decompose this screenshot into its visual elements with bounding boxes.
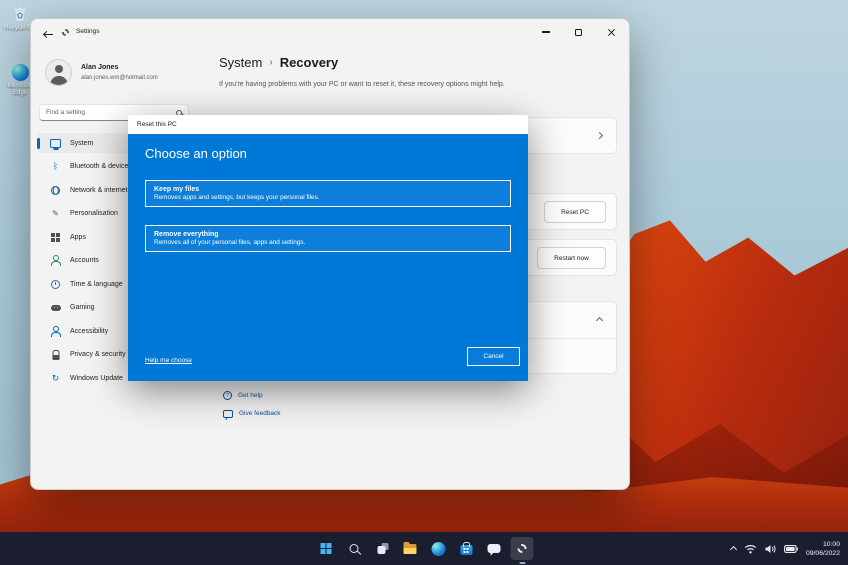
file-explorer-button[interactable] xyxy=(399,537,422,560)
dialog-body: Choose an option Keep my files Removes a… xyxy=(128,134,528,381)
maximize-button[interactable] xyxy=(562,19,595,45)
system-tray: 10:00 09/06/2022 xyxy=(731,532,840,565)
profile-email: alan.jones.wm@hotmail.com xyxy=(81,75,158,81)
settings-app-button-active[interactable] xyxy=(511,537,534,560)
edge-button[interactable] xyxy=(427,537,450,560)
reset-pc-button[interactable]: Reset PC xyxy=(544,201,606,223)
globe-icon xyxy=(50,185,61,196)
dialog-title: Reset this PC xyxy=(137,121,177,128)
help-circle-icon xyxy=(223,391,232,400)
taskbar-search-button[interactable] xyxy=(343,537,366,560)
clock-time: 10:00 xyxy=(823,540,840,549)
settings-app-icon xyxy=(62,29,69,36)
gear-icon xyxy=(518,544,527,553)
option-description: Removes apps and settings, but keeps you… xyxy=(154,194,502,203)
taskbar-pinned-icons xyxy=(315,532,534,565)
maximize-icon xyxy=(575,29,582,36)
remove-everything-option[interactable]: Remove everything Removes all of your pe… xyxy=(145,225,511,252)
sidebar-item-label: Gaming xyxy=(70,304,95,311)
bluetooth-icon: ᛒ xyxy=(50,161,61,172)
edge-icon xyxy=(12,64,29,81)
breadcrumb-parent[interactable]: System xyxy=(219,55,262,70)
store-button[interactable] xyxy=(455,537,478,560)
reset-pc-dialog: Reset this PC Choose an option Keep my f… xyxy=(128,115,528,381)
cancel-button[interactable]: Cancel xyxy=(467,347,520,366)
dialog-titlebar[interactable]: Reset this PC xyxy=(128,115,528,134)
profile-name: Alan Jones xyxy=(81,64,118,71)
sidebar-item-label: Personalisation xyxy=(70,210,118,217)
get-help-link[interactable]: Get help xyxy=(223,391,263,400)
window-title: Settings xyxy=(76,28,100,35)
chevron-right-icon xyxy=(596,132,603,139)
task-view-button[interactable] xyxy=(371,537,394,560)
sidebar-item-label: Time & language xyxy=(70,281,123,288)
search-icon xyxy=(350,544,359,553)
page-title: Recovery xyxy=(280,55,339,70)
store-bag-icon xyxy=(460,545,472,555)
minimize-button[interactable] xyxy=(529,19,562,45)
lock-icon xyxy=(50,349,61,360)
person-icon xyxy=(50,255,61,266)
sidebar-item-label: Privacy & security xyxy=(70,351,126,358)
option-title: Keep my files xyxy=(154,185,502,194)
clock-icon xyxy=(50,279,61,290)
keep-my-files-option[interactable]: Keep my files Removes apps and settings,… xyxy=(145,180,511,207)
breadcrumb: System › Recovery xyxy=(219,55,338,70)
edge-icon xyxy=(431,542,445,556)
sidebar-item-label: Apps xyxy=(70,234,86,241)
task-view-icon xyxy=(377,546,385,554)
give-feedback-link[interactable]: Give feedback xyxy=(223,410,281,418)
accessibility-icon xyxy=(50,326,61,337)
restart-now-button[interactable]: Restart now xyxy=(537,247,606,269)
gamepad-icon xyxy=(50,302,61,313)
feedback-bubble-icon xyxy=(223,410,233,418)
monitor-icon xyxy=(50,138,61,149)
back-arrow-icon xyxy=(44,30,53,39)
minimize-icon xyxy=(542,31,550,32)
sidebar-item-label: Network & internet xyxy=(70,187,128,194)
dialog-heading: Choose an option xyxy=(145,146,247,161)
page-description: If you're having problems with your PC o… xyxy=(219,81,505,88)
taskbar: 10:00 09/06/2022 xyxy=(0,532,848,565)
sidebar-item-label: Windows Update xyxy=(70,375,123,382)
taskbar-clock[interactable]: 10:00 09/06/2022 xyxy=(806,540,840,558)
sidebar-item-label: System xyxy=(70,140,93,147)
sidebar-item-label: Accounts xyxy=(70,257,99,264)
close-button[interactable] xyxy=(595,19,628,45)
clock-date: 09/06/2022 xyxy=(806,549,840,558)
avatar[interactable] xyxy=(45,59,72,86)
update-arrows-icon: ↻ xyxy=(50,373,61,384)
back-button[interactable] xyxy=(39,26,57,42)
recycle-bin-icon xyxy=(11,5,29,23)
store-grid-icon xyxy=(464,548,469,553)
give-feedback-label: Give feedback xyxy=(239,410,281,417)
volume-icon[interactable] xyxy=(765,544,776,554)
windows-logo-icon xyxy=(321,543,332,554)
window-controls xyxy=(529,19,628,45)
close-icon xyxy=(607,28,616,37)
wifi-icon[interactable] xyxy=(744,544,757,554)
get-help-label: Get help xyxy=(238,392,263,399)
option-title: Remove everything xyxy=(154,230,502,239)
help-me-choose-link[interactable]: Help me choose xyxy=(145,357,192,364)
battery-icon[interactable] xyxy=(784,545,798,553)
desktop: { "colors": { "dialog_accent": "#0078d7"… xyxy=(0,0,848,565)
start-button[interactable] xyxy=(315,537,338,560)
chevron-up-icon xyxy=(596,317,603,324)
chat-button[interactable] xyxy=(483,537,506,560)
chat-bubble-icon xyxy=(488,544,501,554)
hidden-icons-chevron[interactable] xyxy=(730,546,737,553)
folder-icon xyxy=(404,544,417,554)
option-description: Removes all of your personal files, apps… xyxy=(154,239,502,248)
paintbrush-icon: ✎ xyxy=(50,208,61,219)
breadcrumb-separator: › xyxy=(269,57,272,68)
sidebar-item-label: Bluetooth & devices xyxy=(70,163,132,170)
apps-grid-icon xyxy=(50,232,61,243)
sidebar-item-label: Accessibility xyxy=(70,328,108,335)
